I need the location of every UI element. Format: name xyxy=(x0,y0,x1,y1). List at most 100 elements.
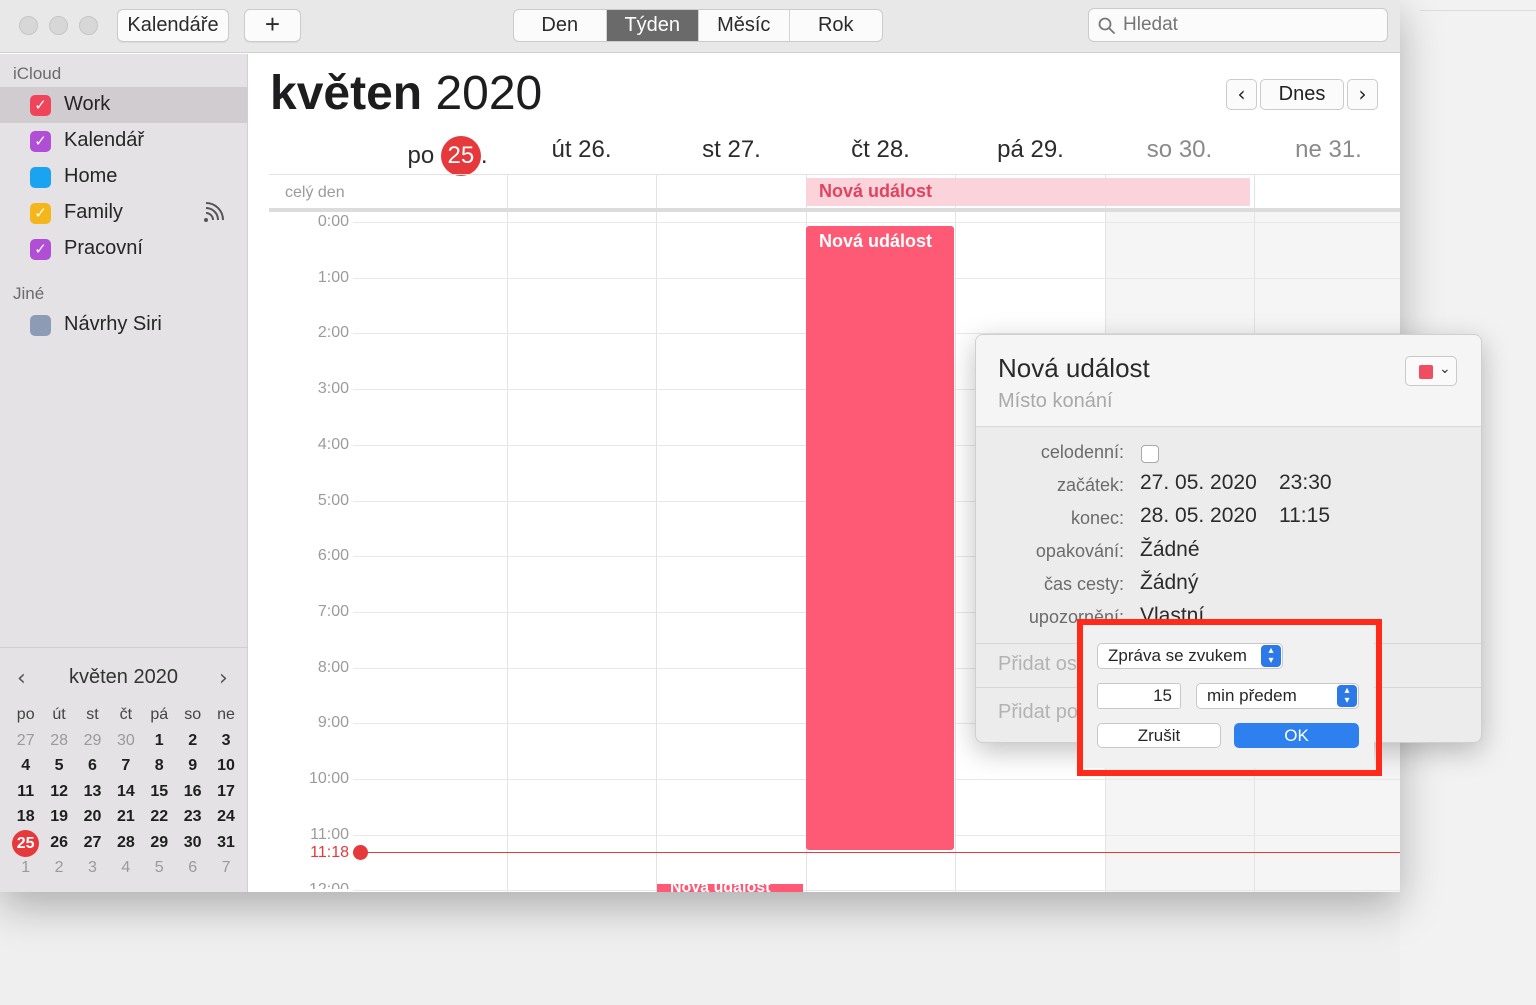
mini-day[interactable]: 15 xyxy=(143,779,176,805)
day-header-tuesday[interactable]: út 26. xyxy=(507,136,656,164)
calendar-name: Kalendář xyxy=(64,129,145,151)
mini-day[interactable]: 26 xyxy=(42,830,75,856)
mini-day[interactable]: 2 xyxy=(176,728,209,754)
start-time[interactable]: 23:30 xyxy=(1279,471,1332,495)
mini-day[interactable]: 1 xyxy=(143,728,176,754)
next-week-button[interactable]: › xyxy=(1347,79,1378,110)
checkbox-icon[interactable]: ✓ xyxy=(30,239,51,260)
zoom-window-button[interactable] xyxy=(79,16,98,35)
mini-day[interactable]: 27 xyxy=(9,728,42,754)
mini-day[interactable]: 3 xyxy=(209,728,242,754)
mini-day[interactable]: 30 xyxy=(176,830,209,856)
mini-day[interactable]: 13 xyxy=(76,779,109,805)
search-field[interactable] xyxy=(1088,8,1388,42)
day-header-thursday[interactable]: čt 28. xyxy=(806,136,955,164)
calendar-item-work[interactable]: ✓ Work xyxy=(0,87,247,123)
add-event-button[interactable]: + xyxy=(244,9,301,42)
mini-day[interactable]: 7 xyxy=(109,753,142,779)
calendar-color-picker[interactable]: ⌄ xyxy=(1405,356,1457,386)
mini-day[interactable]: 18 xyxy=(9,804,42,830)
mini-day[interactable]: 11 xyxy=(9,779,42,805)
end-time[interactable]: 11:15 xyxy=(1279,504,1330,528)
mini-day[interactable]: 20 xyxy=(76,804,109,830)
calendars-button[interactable]: Kalendáře xyxy=(117,9,229,42)
mini-day[interactable]: 5 xyxy=(143,855,176,881)
mini-day[interactable]: 12 xyxy=(42,779,75,805)
mini-day[interactable]: 16 xyxy=(176,779,209,805)
checkbox-icon[interactable]: ✓ xyxy=(30,131,51,152)
checkbox-icon[interactable] xyxy=(30,315,51,336)
mini-day[interactable]: 3 xyxy=(76,855,109,881)
mini-day[interactable]: 31 xyxy=(209,830,242,856)
view-day-button[interactable]: Den xyxy=(514,10,607,41)
mini-day[interactable]: 7 xyxy=(209,855,242,881)
event-block[interactable]: Nová událost xyxy=(806,226,954,850)
event-title-field[interactable]: Nová událost xyxy=(998,353,1150,384)
mini-day[interactable]: 9 xyxy=(176,753,209,779)
mini-day[interactable]: 8 xyxy=(143,753,176,779)
hour-label: 1:00 xyxy=(317,269,349,286)
mini-day[interactable]: 6 xyxy=(76,753,109,779)
event-block-wednesday[interactable]: Nová událost xyxy=(657,884,803,892)
mini-weekday-row: po út st čt pá so ne xyxy=(9,702,243,728)
calendar-item-kalendar[interactable]: ✓ Kalendář xyxy=(0,123,247,159)
day-header-sunday[interactable]: ne 31. xyxy=(1254,136,1400,164)
mini-day[interactable]: 28 xyxy=(109,830,142,856)
today-button[interactable]: Dnes xyxy=(1260,79,1344,110)
mini-next-month-icon[interactable]: › xyxy=(219,666,228,691)
mini-day[interactable]: 22 xyxy=(143,804,176,830)
mini-day[interactable]: 24 xyxy=(209,804,242,830)
mini-day[interactable]: 29 xyxy=(76,728,109,754)
travel-value[interactable]: Žádný xyxy=(1140,571,1198,595)
view-switcher: Den Týden Měsíc Rok xyxy=(513,9,883,42)
day-header-monday[interactable]: po 25. xyxy=(373,136,522,176)
view-week-button[interactable]: Týden xyxy=(606,10,699,41)
calendar-name: Work xyxy=(64,93,111,115)
mini-day[interactable]: 19 xyxy=(42,804,75,830)
mini-day[interactable]: 4 xyxy=(9,753,42,779)
view-year-button[interactable]: Rok xyxy=(790,10,882,41)
calendar-name: Pracovní xyxy=(64,237,143,259)
end-date[interactable]: 28. 05. 2020 xyxy=(1140,504,1257,528)
minimize-window-button[interactable] xyxy=(49,16,68,35)
mini-day[interactable]: 10 xyxy=(209,753,242,779)
mini-day[interactable]: 30 xyxy=(109,728,142,754)
location-field[interactable]: Místo konání xyxy=(998,390,1113,413)
day-divider xyxy=(955,174,956,892)
allday-event[interactable]: Nová událost xyxy=(806,178,1250,206)
checkbox-icon[interactable]: ✓ xyxy=(30,95,51,116)
mini-day[interactable]: 29 xyxy=(143,830,176,856)
mini-day[interactable]: 23 xyxy=(176,804,209,830)
checkbox-icon[interactable]: ✓ xyxy=(30,203,51,224)
calendar-item-home[interactable]: Home xyxy=(0,159,247,195)
mini-day[interactable]: 6 xyxy=(176,855,209,881)
close-window-button[interactable] xyxy=(19,16,38,35)
day-header-wednesday[interactable]: st 27. xyxy=(657,136,806,164)
calendar-item-pracovni[interactable]: ✓ Pracovní xyxy=(0,231,247,267)
mini-weekday: po xyxy=(16,706,35,723)
prev-week-button[interactable]: ‹ xyxy=(1226,79,1257,110)
mini-day-today[interactable]: 25 xyxy=(9,829,42,857)
year: 2020 xyxy=(435,67,543,120)
search-input[interactable] xyxy=(1123,13,1373,37)
mini-day[interactable]: 27 xyxy=(76,830,109,856)
mini-day[interactable]: 21 xyxy=(109,804,142,830)
mini-weekday: pá xyxy=(150,706,169,723)
mini-day[interactable]: 1 xyxy=(9,855,42,881)
mini-day[interactable]: 4 xyxy=(109,855,142,881)
mini-day[interactable]: 5 xyxy=(42,753,75,779)
mini-day[interactable]: 2 xyxy=(42,855,75,881)
mini-day[interactable]: 28 xyxy=(42,728,75,754)
calendar-item-family[interactable]: ✓ Family xyxy=(0,195,247,231)
checkbox-icon[interactable] xyxy=(30,167,51,188)
mini-day[interactable]: 14 xyxy=(109,779,142,805)
day-header-saturday[interactable]: so 30. xyxy=(1105,136,1254,164)
mini-day[interactable]: 17 xyxy=(209,779,242,805)
allday-checkbox[interactable] xyxy=(1141,445,1159,463)
calendar-item-siri[interactable]: Návrhy Siri xyxy=(0,307,247,343)
start-date[interactable]: 27. 05. 2020 xyxy=(1140,471,1257,495)
repeat-value[interactable]: Žádné xyxy=(1140,538,1200,562)
travel-label: čas cesty: xyxy=(1043,574,1124,594)
day-header-friday[interactable]: pá 29. xyxy=(956,136,1105,164)
view-month-button[interactable]: Měsíc xyxy=(699,10,790,41)
